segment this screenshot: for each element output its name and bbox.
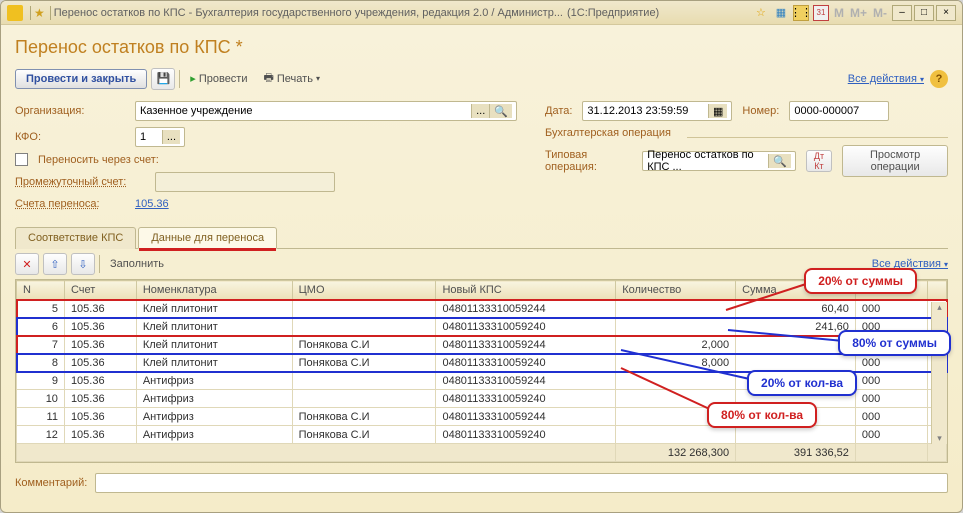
m-minus-button[interactable]: M-	[873, 6, 887, 20]
col-account[interactable]: Счет	[64, 281, 136, 300]
comment-label: Комментарий:	[15, 477, 87, 489]
view-operation-button[interactable]: Просмотр операции	[842, 145, 948, 177]
favorite-icon[interactable]: ☆	[753, 5, 769, 21]
search-icon: 🔍	[768, 154, 791, 168]
accounts-label: Счета переноса:	[15, 198, 125, 210]
maximize-button[interactable]: □	[914, 5, 934, 21]
all-actions-link[interactable]: Все действия ▾	[848, 73, 924, 85]
dots-icon: ...	[162, 130, 180, 144]
delete-row-button[interactable]: ✕	[15, 253, 39, 275]
table-row[interactable]: 12105.36АнтифризПонякова С.И048011333100…	[17, 426, 947, 444]
col-new-kps[interactable]: Новый КПС	[436, 281, 616, 300]
callout-qty20: 20% от кол-ва	[747, 370, 857, 396]
transfer-via-checkbox[interactable]	[15, 153, 28, 166]
table-row[interactable]: 6105.36Клей плитонит04801133310059240241…	[17, 318, 947, 336]
callout-sum20: 20% от суммы	[804, 268, 917, 294]
calculator-icon[interactable]: ⋮⋮	[793, 5, 809, 21]
kfo-input[interactable]: 1...	[135, 127, 185, 147]
total-sum: 391 336,52	[736, 444, 856, 462]
m-plus-button[interactable]: M+	[850, 6, 867, 20]
org-input[interactable]: Казенное учреждение...🔍	[135, 101, 517, 121]
col-n[interactable]: N	[17, 281, 65, 300]
table-row[interactable]: 8105.36Клей плитонитПонякова С.И04801133…	[17, 354, 947, 372]
calendar-icon[interactable]: 31	[813, 5, 829, 21]
move-up-button[interactable]: ⇧	[43, 253, 67, 275]
close-button[interactable]: ×	[936, 5, 956, 21]
data-grid: N Счет Номенклатура ЦМО Новый КПС Количе…	[15, 279, 948, 463]
tab-transfer-data[interactable]: Данные для переноса	[138, 227, 277, 249]
fill-button[interactable]: Заполнить	[104, 255, 170, 273]
col-cmo[interactable]: ЦМО	[292, 281, 436, 300]
m-button[interactable]: M	[834, 6, 844, 20]
app-logo-icon	[7, 5, 23, 21]
date-label: Дата:	[545, 105, 572, 117]
calendar-picker-icon: ▦	[708, 104, 727, 118]
app-window: ★ Перенос остатков по КПС - Бухгалтерия …	[0, 0, 963, 513]
number-input[interactable]: 0000-000007	[789, 101, 889, 121]
date-input[interactable]: 31.12.2013 23:59:59▦	[582, 101, 732, 121]
typical-op-input[interactable]: Перенос остатков по КПС ...🔍	[642, 151, 796, 171]
callout-qty80: 80% от кол-ва	[707, 402, 817, 428]
accounting-op-label: Бухгалтерская операция	[545, 127, 671, 139]
comment-input[interactable]	[95, 473, 948, 493]
intermediate-label: Промежуточный счет:	[15, 176, 145, 188]
toolbox-icon[interactable]: ▦	[773, 5, 789, 21]
post-button[interactable]: ▸Провести	[184, 69, 253, 88]
table-row[interactable]: 7105.36Клей плитонитПонякова С.И04801133…	[17, 336, 947, 354]
titlebar: ★ Перенос остатков по КПС - Бухгалтерия …	[1, 1, 962, 25]
main-toolbar: Провести и закрыть 💾 ▸Провести 🖶Печать▾ …	[15, 66, 948, 91]
window-title: Перенос остатков по КПС - Бухгалтерия го…	[54, 7, 563, 19]
callout-sum80: 80% от суммы	[838, 330, 951, 356]
tab-kps-mapping[interactable]: Соответствие КПС	[15, 227, 136, 249]
help-icon[interactable]: ?	[930, 70, 948, 88]
col-qty[interactable]: Количество	[616, 281, 736, 300]
transfer-via-label: Переносить через счет:	[38, 154, 159, 166]
total-qty: 132 268,300	[616, 444, 736, 462]
star-icon[interactable]: ★	[34, 6, 45, 20]
col-nomenclature[interactable]: Номенклатура	[136, 281, 292, 300]
page-title: Перенос остатков по КПС *	[15, 37, 948, 58]
search-icon: 🔍	[489, 104, 512, 118]
org-label: Организация:	[15, 105, 125, 117]
move-down-button[interactable]: ⇩	[71, 253, 95, 275]
dots-icon: ...	[471, 104, 489, 118]
number-label: Номер:	[742, 105, 779, 117]
typical-op-label: Типовая операция:	[545, 149, 632, 173]
vertical-scrollbar[interactable]	[931, 302, 947, 444]
table-row[interactable]: 5105.36Клей плитонит0480113331005924460,…	[17, 300, 947, 318]
accounts-link[interactable]: 105.36	[135, 198, 169, 210]
save-button[interactable]: 💾	[151, 68, 175, 90]
intermediate-input[interactable]	[155, 172, 335, 192]
minimize-button[interactable]: –	[892, 5, 912, 21]
print-button[interactable]: 🖶Печать▾	[258, 66, 326, 91]
kfo-label: КФО:	[15, 131, 125, 143]
dt-kt-button[interactable]: ДтКт	[806, 150, 833, 172]
platform-label: (1С:Предприятие)	[567, 7, 659, 19]
tabs: Соответствие КПС Данные для переноса	[15, 226, 948, 249]
post-and-close-button[interactable]: Провести и закрыть	[15, 69, 147, 89]
